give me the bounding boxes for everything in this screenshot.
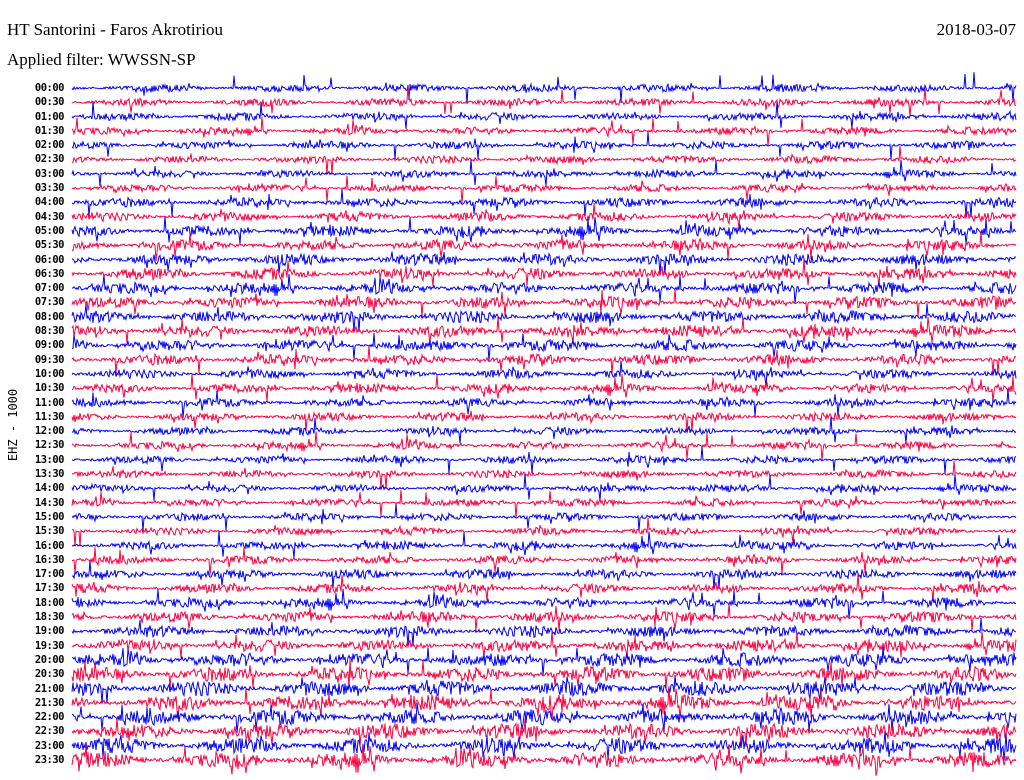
- trace-row: [71, 145, 1017, 175]
- trace-row: [71, 86, 1016, 117]
- trace-row: [71, 231, 1017, 261]
- trace-row: [71, 203, 1017, 229]
- trace-row: [71, 116, 1017, 147]
- trace-row: [71, 446, 1017, 474]
- trace-row: [71, 560, 1017, 590]
- trace-row: [71, 573, 1017, 602]
- trace-row: [71, 416, 1017, 445]
- helicorder-plot: [71, 72, 1017, 776]
- trace-row: [71, 131, 1017, 160]
- trace-row: [71, 251, 1017, 275]
- trace-row: [71, 346, 1017, 375]
- trace-row: [71, 216, 1017, 245]
- trace-row: [71, 410, 1017, 433]
- trace-row: [71, 460, 1017, 490]
- trace-row: [71, 259, 1017, 287]
- trace-row: [71, 517, 1017, 547]
- trace-row: [71, 188, 1017, 218]
- trace-row: [71, 617, 1017, 647]
- trace-row: [71, 675, 1017, 704]
- trace-row: [71, 588, 1017, 619]
- trace-row: [71, 473, 1017, 502]
- trace-row: [71, 631, 1017, 659]
- trace-row: [71, 389, 1017, 419]
- trace-row: [71, 431, 1017, 462]
- trace-row: [71, 503, 1017, 532]
- trace-row: [71, 332, 1017, 362]
- trace-row: [71, 303, 1017, 333]
- trace-row: [71, 72, 1017, 104]
- trace-row: [71, 159, 1017, 187]
